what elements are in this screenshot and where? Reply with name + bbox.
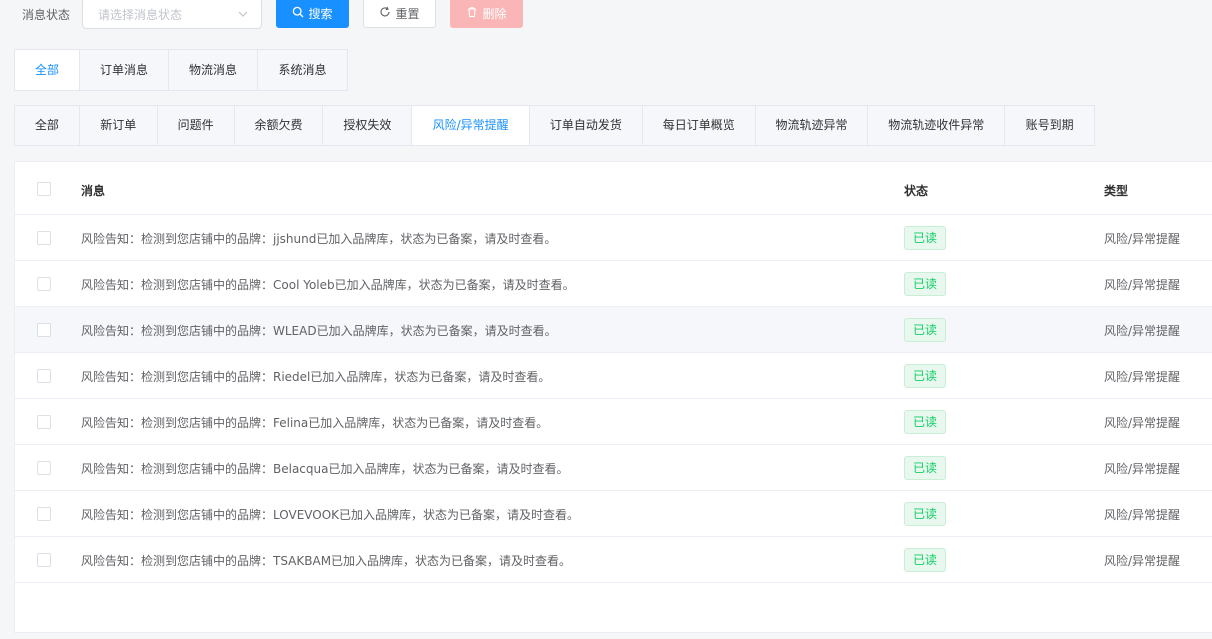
row-checkbox[interactable] xyxy=(37,415,51,429)
status-badge: 已读 xyxy=(904,410,946,434)
type-cell: 风险/异常提醒 xyxy=(1104,462,1181,476)
delete-button-label: 删除 xyxy=(482,6,507,21)
subtab-account-expiry[interactable]: 账号到期 xyxy=(1005,106,1094,145)
subtab-receipt-anomaly[interactable]: 物流轨迹收件异常 xyxy=(868,106,1006,145)
subtab-risk-alert[interactable]: 风险/异常提醒 xyxy=(412,106,531,145)
table-row[interactable]: 风险告知：检测到您店铺中的品牌：Belacqua已加入品牌库，状态为已备案，请及… xyxy=(15,445,1212,491)
row-checkbox[interactable] xyxy=(37,461,51,475)
status-filter-label: 消息状态 xyxy=(22,8,71,22)
row-checkbox[interactable] xyxy=(37,231,51,245)
message-cell: 风险告知：检测到您店铺中的品牌：Belacqua已加入品牌库，状态为已备案，请及… xyxy=(81,462,569,476)
chevron-down-icon xyxy=(237,8,249,23)
subtab-new-order[interactable]: 新订单 xyxy=(80,106,158,145)
status-badge: 已读 xyxy=(904,318,946,342)
reset-button-label: 重置 xyxy=(395,6,420,21)
row-checkbox[interactable] xyxy=(37,507,51,521)
status-badge: 已读 xyxy=(904,364,946,388)
tab-logistics-messages[interactable]: 物流消息 xyxy=(169,50,258,90)
subtab-daily-overview[interactable]: 每日订单概览 xyxy=(643,106,756,145)
message-cell: 风险告知：检测到您店铺中的品牌：WLEAD已加入品牌库，状态为已备案，请及时查看… xyxy=(81,324,557,338)
type-cell: 风险/异常提醒 xyxy=(1104,232,1181,246)
type-cell: 风险/异常提醒 xyxy=(1104,370,1181,384)
table-row[interactable]: 风险告知：检测到您店铺中的品牌：Cool Yoleb已加入品牌库，状态为已备案，… xyxy=(15,261,1212,307)
table-row[interactable]: 风险告知：检测到您店铺中的品牌：jjshund已加入品牌库，状态为已备案，请及时… xyxy=(15,215,1212,261)
message-cell: 风险告知：检测到您店铺中的品牌：Cool Yoleb已加入品牌库，状态为已备案，… xyxy=(81,278,575,292)
status-badge: 已读 xyxy=(904,456,946,480)
column-header-type: 类型 xyxy=(1104,184,1129,198)
subtab-balance-arrears[interactable]: 余额欠费 xyxy=(235,106,324,145)
status-select-placeholder: 请选择消息状态 xyxy=(98,8,183,22)
type-cell: 风险/异常提醒 xyxy=(1104,324,1181,338)
secondary-tabs: 全部 新订单 问题件 余额欠费 授权失效 风险/异常提醒 订单自动发货 每日订单… xyxy=(14,105,1095,146)
tab-system-messages[interactable]: 系统消息 xyxy=(258,50,347,90)
type-cell: 风险/异常提醒 xyxy=(1104,416,1181,430)
subtab-tracking-anomaly[interactable]: 物流轨迹异常 xyxy=(756,106,869,145)
filter-bar: 消息状态 请选择消息状态 搜索 重置 删除 xyxy=(0,0,1212,30)
row-checkbox[interactable] xyxy=(37,277,51,291)
message-cell: 风险告知：检测到您店铺中的品牌：Felina已加入品牌库，状态为已备案，请及时查… xyxy=(81,416,549,430)
type-cell: 风险/异常提醒 xyxy=(1104,554,1181,568)
type-cell: 风险/异常提醒 xyxy=(1104,508,1181,522)
reset-button[interactable]: 重置 xyxy=(363,0,436,28)
search-button[interactable]: 搜索 xyxy=(276,0,349,28)
tab-order-messages[interactable]: 订单消息 xyxy=(80,50,169,90)
delete-button[interactable]: 删除 xyxy=(450,0,523,28)
primary-tabs: 全部 订单消息 物流消息 系统消息 xyxy=(14,49,348,91)
row-checkbox[interactable] xyxy=(37,323,51,337)
subtab-all[interactable]: 全部 xyxy=(15,106,80,145)
table-row[interactable]: 风险告知：检测到您店铺中的品牌：TSAKBAM已加入品牌库，状态为已备案，请及时… xyxy=(15,537,1212,583)
tab-all[interactable]: 全部 xyxy=(15,50,80,90)
select-all-checkbox[interactable] xyxy=(37,182,51,196)
trash-icon xyxy=(466,6,478,21)
column-header-status: 状态 xyxy=(904,184,929,198)
refresh-icon xyxy=(379,6,391,21)
status-select[interactable]: 请选择消息状态 xyxy=(82,0,262,29)
message-cell: 风险告知：检测到您店铺中的品牌：TSAKBAM已加入品牌库，状态为已备案，请及时… xyxy=(81,554,572,568)
status-badge: 已读 xyxy=(904,548,946,572)
subtab-auto-ship[interactable]: 订单自动发货 xyxy=(530,106,643,145)
search-icon xyxy=(292,6,304,21)
status-badge: 已读 xyxy=(904,272,946,296)
search-button-label: 搜索 xyxy=(308,6,333,21)
subtab-auth-expired[interactable]: 授权失效 xyxy=(323,106,413,145)
message-cell: 风险告知：检测到您店铺中的品牌：Riedel已加入品牌库，状态为已备案，请及时查… xyxy=(81,370,551,384)
table-row[interactable]: 风险告知：检测到您店铺中的品牌：Felina已加入品牌库，状态为已备案，请及时查… xyxy=(15,399,1212,445)
type-cell: 风险/异常提醒 xyxy=(1104,278,1181,292)
row-checkbox[interactable] xyxy=(37,553,51,567)
message-table: 消息 状态 类型 风险告知：检测到您店铺中的品牌：jjshund已加入品牌库，状… xyxy=(14,161,1212,633)
column-header-message: 消息 xyxy=(81,184,106,198)
status-badge: 已读 xyxy=(904,226,946,250)
status-badge: 已读 xyxy=(904,502,946,526)
table-row[interactable]: 风险告知：检测到您店铺中的品牌：WLEAD已加入品牌库，状态为已备案，请及时查看… xyxy=(15,307,1212,353)
message-cell: 风险告知：检测到您店铺中的品牌：jjshund已加入品牌库，状态为已备案，请及时… xyxy=(81,232,557,246)
row-checkbox[interactable] xyxy=(37,369,51,383)
table-header: 消息 状态 类型 xyxy=(15,162,1212,215)
table-row[interactable]: 风险告知：检测到您店铺中的品牌：LOVEVOOK已加入品牌库，状态为已备案，请及… xyxy=(15,491,1212,537)
table-row[interactable]: 风险告知：检测到您店铺中的品牌：Riedel已加入品牌库，状态为已备案，请及时查… xyxy=(15,353,1212,399)
message-cell: 风险告知：检测到您店铺中的品牌：LOVEVOOK已加入品牌库，状态为已备案，请及… xyxy=(81,508,580,522)
subtab-problem-item[interactable]: 问题件 xyxy=(158,106,235,145)
